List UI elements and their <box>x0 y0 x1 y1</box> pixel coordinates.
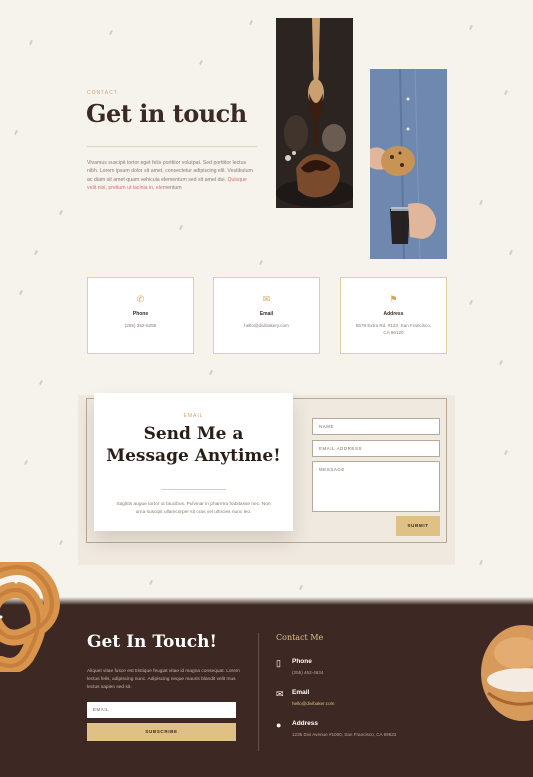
email-card-title: Email <box>259 311 274 317</box>
footer-divider <box>258 633 259 751</box>
footer-email-link[interactable]: hello@divibaker.com <box>292 701 334 706</box>
hero-description-end: entum <box>167 184 182 191</box>
footer-email-label: Email <box>292 689 310 696</box>
form-eyebrow: EMAIL <box>183 413 204 419</box>
form-heading-divider <box>161 489 226 490</box>
message-field[interactable]: MESSAGE <box>312 461 440 512</box>
name-field[interactable]: NAME <box>312 418 440 435</box>
footer-phone-label: Phone <box>292 658 312 665</box>
chocolate-dessert-photo <box>276 18 353 208</box>
footer-address-value: 1235 Divi Avenue #1000, San Francisco, C… <box>292 732 397 737</box>
footer-address-label: Address <box>292 720 319 727</box>
phone-icon: ✆ <box>136 294 145 304</box>
address-card-value: 5678 Extra Rd. #123, San Francisco, CA 9… <box>355 323 432 335</box>
hero-divider <box>87 146 257 147</box>
cookie-hand-photo <box>370 69 447 259</box>
address-card-title: Address <box>383 311 404 317</box>
subscribe-button[interactable]: SUBSCRIBE <box>87 723 236 741</box>
form-description: Sagittis augue tortor ut faucibus. Pulvi… <box>116 502 271 516</box>
newsletter-email-input[interactable]: EMAIL <box>87 702 236 718</box>
email-card-value: hello@divibakery.com <box>244 323 289 328</box>
phone-card-value: (255) 352-6258 <box>124 323 157 328</box>
contact-eyebrow: CONTACT <box>87 90 118 96</box>
phone-card-title: Phone <box>132 311 149 317</box>
message-card: EMAIL Send Me a Message Anytime! Sagitti… <box>94 393 293 531</box>
phone-icon: ▯ <box>276 658 281 668</box>
footer-description: Aliquet vitae fusce est tristique feugia… <box>87 669 240 691</box>
footer-contact-title: Contact Me <box>276 633 324 642</box>
footer-title: Get In Touch! <box>87 632 217 652</box>
footer-phone-value: (255) 462-4634 <box>292 670 324 675</box>
email-icon: ✉ <box>276 689 284 699</box>
email-icon: ✉ <box>262 294 271 304</box>
pastry-illustration <box>481 625 533 721</box>
hero-description: Vivamus suscipit tortor eget felis portt… <box>87 159 257 192</box>
submit-button[interactable]: SUBMIT <box>396 516 440 536</box>
footer-torn-edge <box>0 597 533 605</box>
page-title: Get in touch <box>86 99 247 128</box>
phone-card: ✆ Phone (255) 352-6258 <box>87 277 194 354</box>
email-address-field[interactable]: EMAIL ADDRESS <box>312 440 440 457</box>
email-card: ✉ Email hello@divibakery.com <box>213 277 320 354</box>
footer <box>0 602 533 777</box>
pretzel-illustration <box>0 562 60 672</box>
location-pin-icon: ● <box>276 720 282 730</box>
form-heading: Send Me a Message Anytime! <box>106 424 281 466</box>
map-icon: ⚑ <box>389 294 398 304</box>
address-card: ⚑ Address 5678 Extra Rd. #123, San Franc… <box>340 277 447 354</box>
